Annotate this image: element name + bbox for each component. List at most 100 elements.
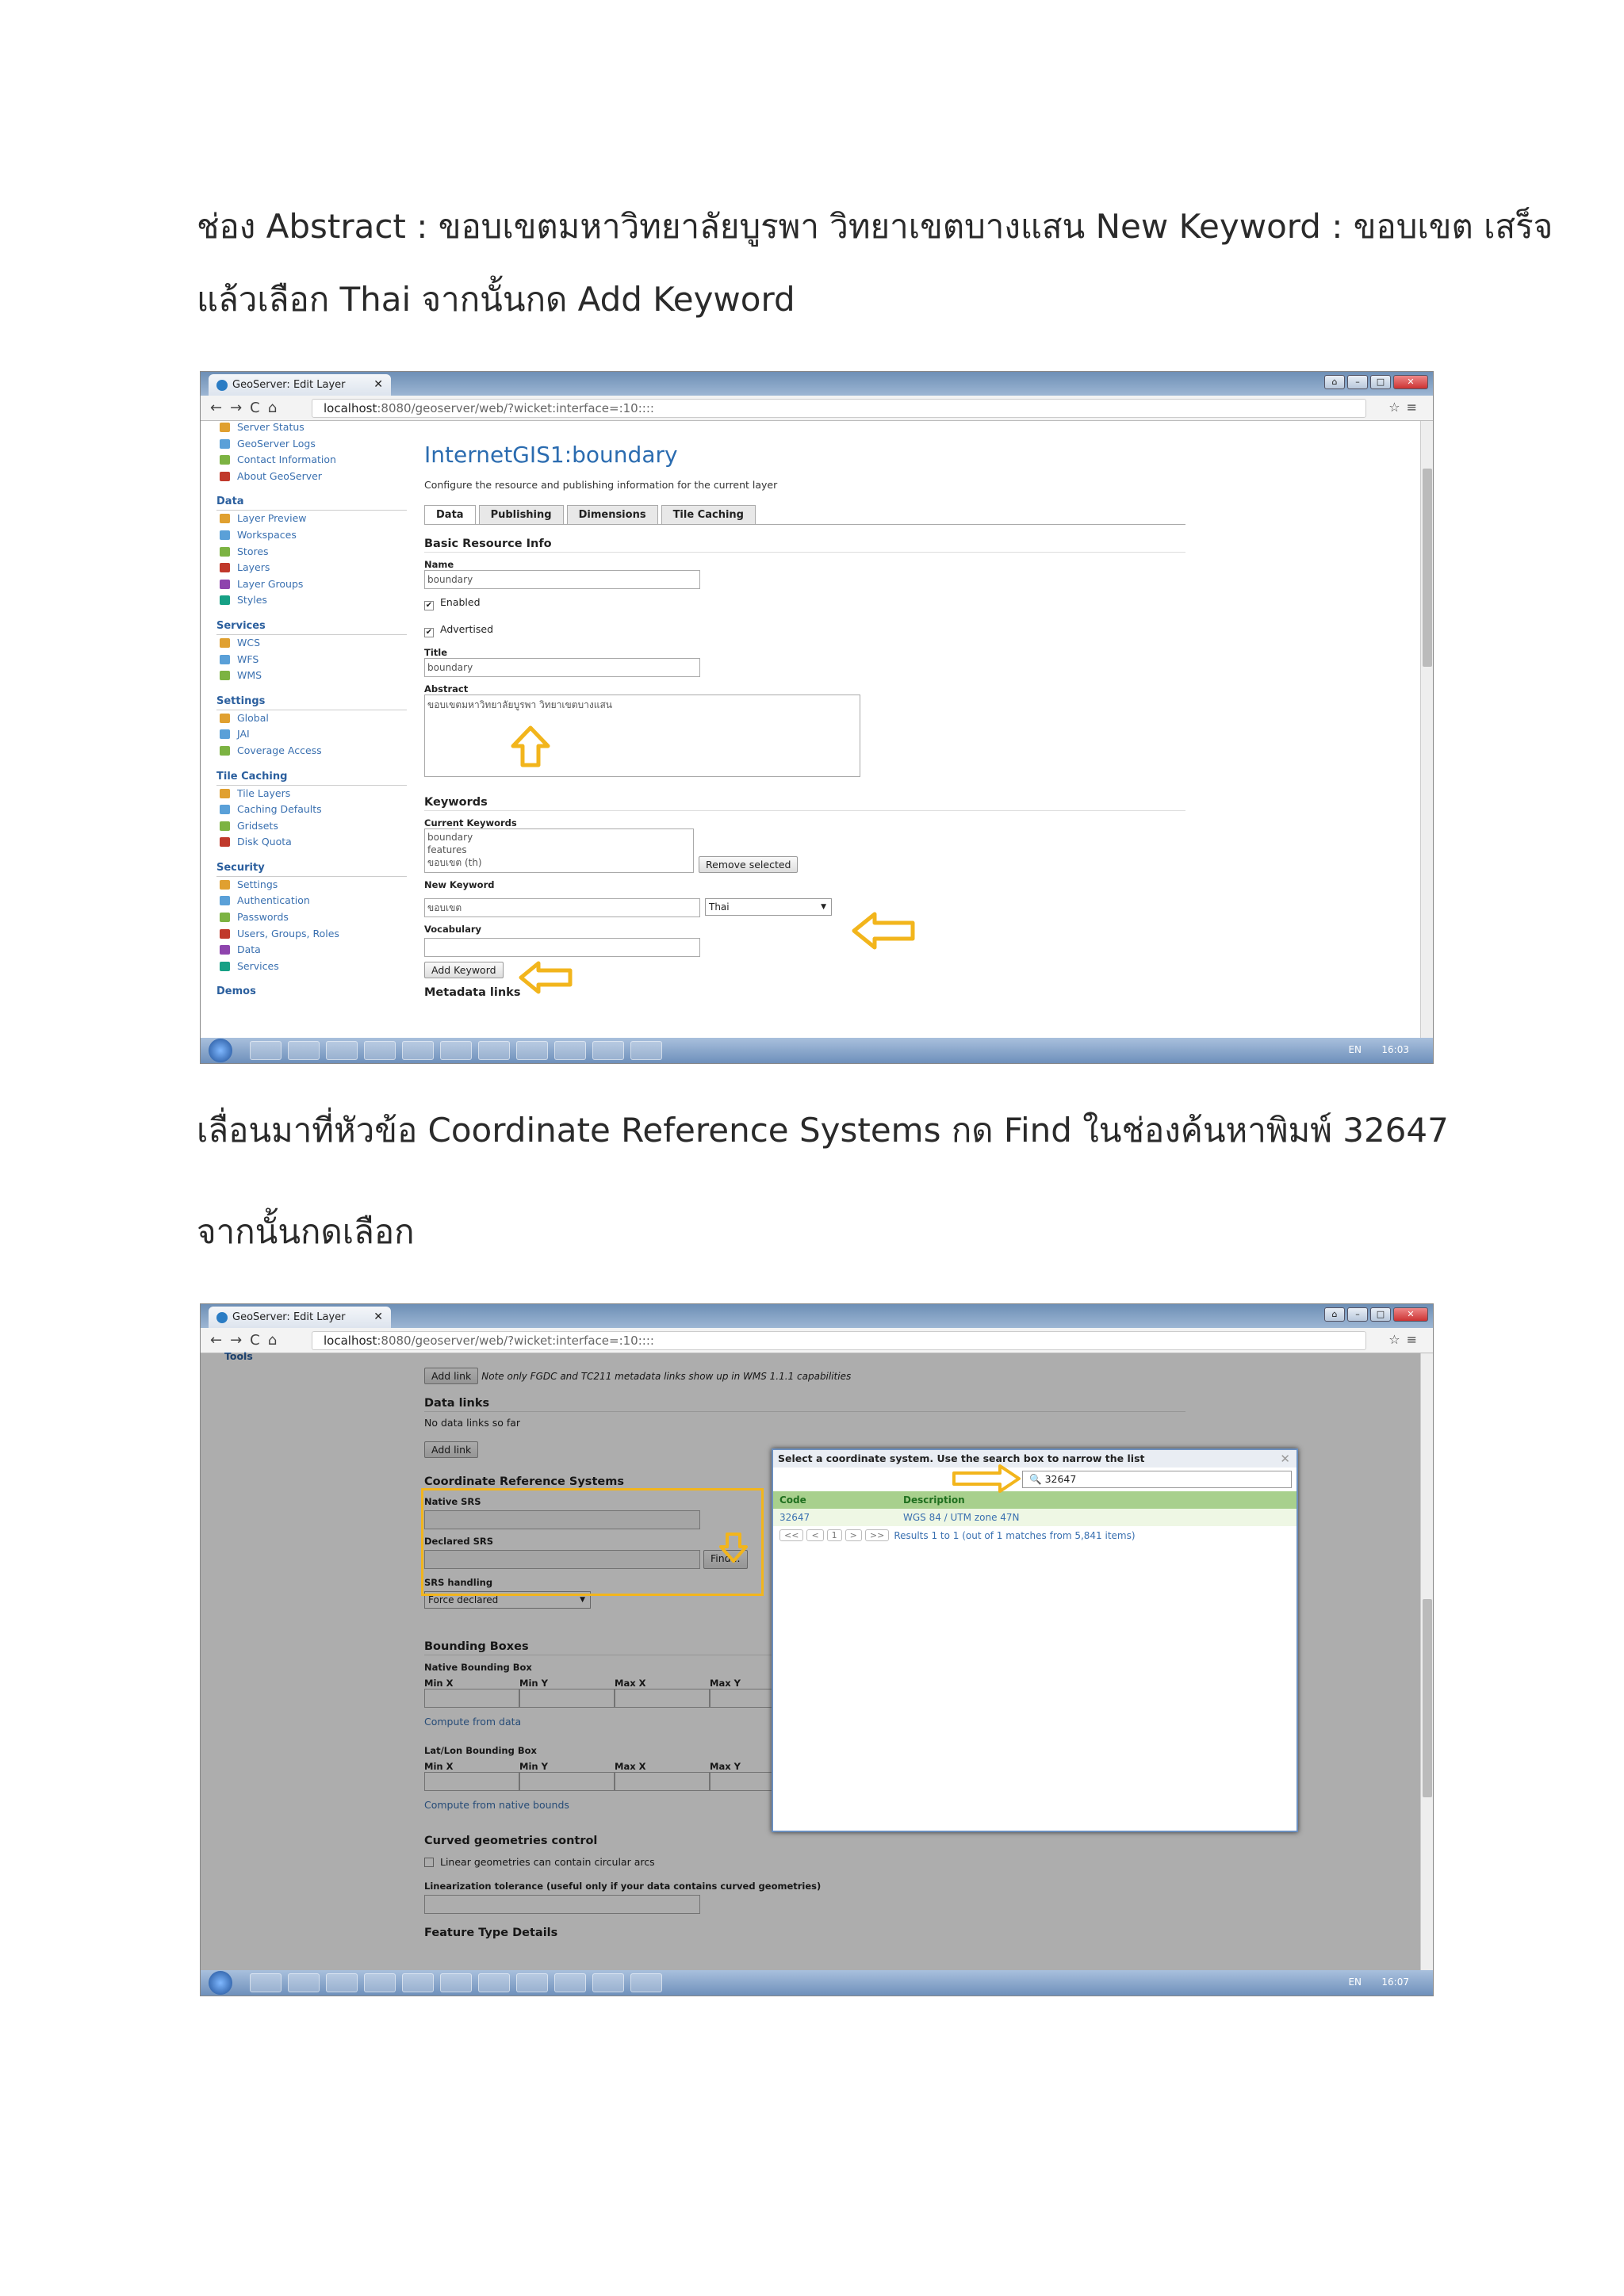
- sidebar-item[interactable]: Coverage Access: [216, 743, 407, 760]
- tab-dimensions[interactable]: Dimensions: [566, 505, 658, 524]
- sidebar-item[interactable]: Contact Information: [216, 452, 407, 469]
- keyword-item[interactable]: ขอบเขต (th): [427, 856, 691, 869]
- taskbar-app-icon[interactable]: [440, 1973, 472, 1992]
- description-column-header[interactable]: Description: [903, 1491, 965, 1509]
- media-taskbar-icon[interactable]: [402, 1973, 434, 1992]
- sidebar-item[interactable]: WMS: [216, 668, 407, 684]
- vocabulary-input[interactable]: [424, 938, 700, 957]
- close-window-icon[interactable]: ✕: [1393, 1307, 1428, 1322]
- acrobat-taskbar-icon[interactable]: [630, 1973, 662, 1992]
- taskbar-app-icon[interactable]: [478, 1041, 510, 1060]
- sidebar-item[interactable]: WFS: [216, 652, 407, 668]
- sidebar-item[interactable]: GeoServer Logs: [216, 436, 407, 453]
- advertised-checkbox[interactable]: ✔ Advertised: [424, 623, 1185, 637]
- url-field[interactable]: localhost:8080/geoserver/web/?wicket:int…: [312, 399, 1366, 418]
- name-input[interactable]: boundary: [424, 570, 700, 589]
- help-icon[interactable]: ⌂: [1324, 375, 1345, 389]
- media-taskbar-icon[interactable]: [402, 1041, 434, 1060]
- sidebar-item[interactable]: Settings: [216, 877, 407, 894]
- url-field[interactable]: localhost:8080/geoserver/web/?wicket:int…: [312, 1331, 1366, 1350]
- sidebar-item[interactable]: Disk Quota: [216, 834, 407, 851]
- sidebar-item[interactable]: Caching Defaults: [216, 802, 407, 818]
- sidebar-item[interactable]: WCS: [216, 635, 407, 652]
- pager-button[interactable]: <<: [779, 1529, 804, 1541]
- taskbar-app-icon[interactable]: [440, 1041, 472, 1060]
- pager-button[interactable]: 1: [826, 1529, 842, 1541]
- sidebar-item[interactable]: Layer Preview: [216, 511, 407, 527]
- browser-tab[interactable]: GeoServer: Edit Layer ✕: [209, 374, 391, 396]
- taskbar-app-icon[interactable]: [592, 1973, 624, 1992]
- sidebar-item[interactable]: Authentication: [216, 893, 407, 909]
- sidebar-heading-demos[interactable]: Demos: [216, 985, 407, 1000]
- pager-button[interactable]: <: [806, 1529, 824, 1541]
- language-select[interactable]: Thai: [705, 898, 832, 916]
- word-taskbar-icon[interactable]: [554, 1973, 586, 1992]
- explorer-taskbar-icon[interactable]: [364, 1041, 396, 1060]
- sidebar-item[interactable]: Workspaces: [216, 527, 407, 544]
- maximize-icon[interactable]: □: [1370, 1307, 1391, 1322]
- taskbar-app-icon[interactable]: [326, 1973, 358, 1992]
- add-keyword-button[interactable]: Add Keyword: [424, 962, 504, 978]
- sidebar-item[interactable]: Users, Groups, Roles: [216, 926, 407, 943]
- sidebar-item[interactable]: JAI: [216, 726, 407, 743]
- start-button-icon[interactable]: [209, 1039, 232, 1062]
- language-indicator[interactable]: EN: [1348, 1976, 1362, 1988]
- remove-selected-button[interactable]: Remove selected: [699, 856, 799, 873]
- close-dialog-icon[interactable]: ✕: [1280, 1450, 1290, 1468]
- sidebar-item[interactable]: Styles: [216, 592, 407, 609]
- word-taskbar-icon[interactable]: [554, 1041, 586, 1060]
- close-tab-icon[interactable]: ✕: [373, 1307, 383, 1328]
- enabled-checkbox[interactable]: ✔ Enabled: [424, 596, 1185, 610]
- tab-tile-caching[interactable]: Tile Caching: [661, 505, 756, 524]
- bookmark-star-icon[interactable]: ☆≡: [1388, 400, 1423, 415]
- table-row[interactable]: 32647 WGS 84 / UTM zone 47N: [773, 1509, 1297, 1526]
- acrobat-taskbar-icon[interactable]: [630, 1041, 662, 1060]
- taskbar-app-icon[interactable]: [326, 1041, 358, 1060]
- nav-arrows-icon[interactable]: ←→C⌂: [210, 1332, 285, 1349]
- sidebar-item[interactable]: About GeoServer: [216, 469, 407, 485]
- close-window-icon[interactable]: ✕: [1393, 375, 1428, 389]
- pager-button[interactable]: >: [845, 1529, 862, 1541]
- crs-description-link[interactable]: WGS 84 / UTM zone 47N: [903, 1509, 1020, 1526]
- taskbar-app-icon[interactable]: [516, 1041, 548, 1060]
- chrome-taskbar-icon[interactable]: [250, 1973, 282, 1992]
- start-button-icon[interactable]: [209, 1971, 232, 1995]
- sidebar-item[interactable]: Tile Layers: [216, 786, 407, 802]
- taskbar-app-icon[interactable]: [288, 1973, 320, 1992]
- close-tab-icon[interactable]: ✕: [373, 374, 383, 396]
- sidebar-item[interactable]: Gridsets: [216, 818, 407, 835]
- sidebar-item[interactable]: Passwords: [216, 909, 407, 926]
- maximize-icon[interactable]: □: [1370, 375, 1391, 389]
- title-input[interactable]: boundary: [424, 658, 700, 677]
- sidebar-item[interactable]: Server Status: [216, 419, 407, 436]
- sidebar-item[interactable]: Layers: [216, 560, 407, 576]
- nav-arrows-icon[interactable]: ←→C⌂: [210, 400, 285, 416]
- keyword-item[interactable]: features: [427, 844, 691, 856]
- keyword-item[interactable]: boundary: [427, 831, 691, 844]
- tab-publishing[interactable]: Publishing: [478, 505, 564, 524]
- minimize-icon[interactable]: –: [1347, 1307, 1368, 1322]
- abstract-textarea[interactable]: ขอบเขตมหาวิทยาลัยบูรพา วิทยาเขตบางแสน: [424, 695, 860, 777]
- sidebar-item[interactable]: Services: [216, 959, 407, 975]
- pager-button[interactable]: >>: [864, 1529, 890, 1541]
- sidebar-item[interactable]: Stores: [216, 544, 407, 561]
- current-keywords-list[interactable]: boundary features ขอบเขต (th): [424, 828, 694, 873]
- browser-tab[interactable]: GeoServer: Edit Layer ✕: [209, 1307, 391, 1328]
- vertical-scrollbar[interactable]: [1420, 421, 1433, 1039]
- help-icon[interactable]: ⌂: [1324, 1307, 1345, 1322]
- new-keyword-input[interactable]: ขอบเขต: [424, 898, 700, 917]
- bookmark-star-icon[interactable]: ☆≡: [1388, 1332, 1423, 1347]
- chrome-taskbar-icon[interactable]: [250, 1041, 282, 1060]
- tab-data[interactable]: Data: [424, 505, 476, 524]
- taskbar-app-icon[interactable]: [478, 1973, 510, 1992]
- taskbar-app-icon[interactable]: [288, 1041, 320, 1060]
- sidebar-item[interactable]: Layer Groups: [216, 576, 407, 593]
- taskbar-app-icon[interactable]: [592, 1041, 624, 1060]
- vertical-scrollbar[interactable]: [1420, 1353, 1433, 1972]
- language-indicator[interactable]: EN: [1348, 1044, 1362, 1055]
- crs-code-link[interactable]: 32647: [773, 1509, 903, 1526]
- sidebar-item[interactable]: Global: [216, 710, 407, 727]
- explorer-taskbar-icon[interactable]: [364, 1973, 396, 1992]
- sidebar-item[interactable]: Data: [216, 942, 407, 959]
- crs-search-input[interactable]: 🔍 32647: [1022, 1471, 1292, 1488]
